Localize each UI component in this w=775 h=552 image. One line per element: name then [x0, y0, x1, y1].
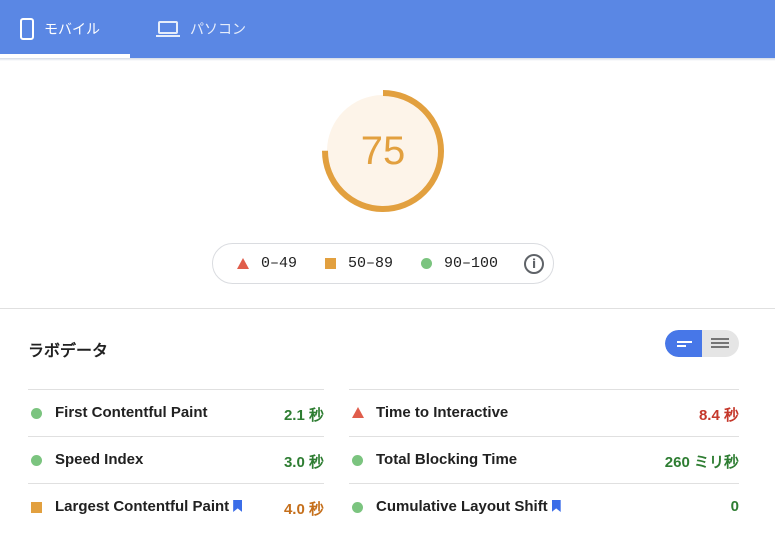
metrics-column-left: First Contentful Paint 2.1 秒 Speed Index…	[28, 389, 324, 530]
metric-name-text: Cumulative Layout Shift	[376, 498, 548, 515]
pass-circle-icon	[31, 455, 42, 466]
metric-value: 8.4 秒	[698, 407, 739, 424]
circle-icon	[421, 258, 433, 269]
tab-desktop[interactable]: パソコン	[150, 0, 280, 58]
pass-circle-icon	[352, 502, 363, 513]
summary-view-button[interactable]	[665, 330, 702, 357]
tab-desktop-label: パソコン	[190, 21, 246, 37]
laptop-icon	[156, 20, 180, 38]
metric-name: Time to Interactive	[376, 404, 509, 421]
square-icon	[325, 258, 337, 269]
metric-row: First Contentful Paint 2.1 秒	[28, 389, 324, 436]
metric-name-text: Largest Contentful Paint	[55, 498, 230, 515]
fail-triangle-icon	[352, 407, 364, 418]
lab-data-heading: ラボデータ	[28, 343, 109, 360]
legend-range: 0–49	[261, 255, 298, 272]
bookmark-icon[interactable]	[233, 500, 243, 512]
metric-name: First Contentful Paint	[55, 404, 208, 421]
metric-value: 2.1 秒	[283, 407, 324, 424]
legend-range: 50–89	[348, 255, 394, 272]
legend-range: 90–100	[444, 255, 499, 272]
score-legend: 0–49 50–89 90–100 i	[212, 243, 554, 284]
metric-name: Speed Index	[55, 451, 144, 468]
short-lines-icon	[677, 341, 692, 343]
info-icon[interactable]: i	[524, 254, 544, 274]
legend-item-pass: 90–100	[421, 255, 498, 272]
metric-value: 4.0 秒	[283, 501, 324, 518]
view-toggle[interactable]	[665, 330, 739, 357]
tab-mobile-label: モバイル	[44, 21, 100, 37]
pass-circle-icon	[31, 408, 42, 419]
section-divider	[0, 308, 775, 309]
metric-value: 0	[730, 498, 739, 515]
metric-row: Cumulative Layout Shift 0	[349, 483, 739, 530]
header-shadow	[0, 58, 775, 61]
metric-name: Cumulative Layout Shift	[376, 498, 561, 515]
phone-icon	[20, 18, 34, 40]
metric-row: Speed Index 3.0 秒	[28, 436, 324, 483]
metric-row: Largest Contentful Paint 4.0 秒	[28, 483, 324, 530]
performance-score: 75	[360, 128, 406, 173]
legend-item-fail: 0–49	[237, 255, 297, 272]
metric-value: 260 ミリ秒	[664, 454, 739, 471]
metric-row: Total Blocking Time 260 ミリ秒	[349, 436, 739, 483]
legend-item-average: 50–89	[325, 255, 393, 272]
metrics-column-right: Time to Interactive 8.4 秒 Total Blocking…	[349, 389, 739, 530]
device-tabs-bar: モバイル パソコン	[0, 0, 775, 58]
triangle-icon	[237, 258, 249, 269]
metric-row: Time to Interactive 8.4 秒	[349, 389, 739, 436]
metric-name: Largest Contentful Paint	[55, 498, 243, 515]
pass-circle-icon	[352, 455, 363, 466]
lines-icon	[711, 338, 729, 340]
metric-name: Total Blocking Time	[376, 451, 518, 468]
average-square-icon	[31, 502, 42, 513]
detail-view-button[interactable]	[702, 330, 739, 357]
bookmark-icon[interactable]	[551, 500, 561, 512]
metric-value: 3.0 秒	[283, 454, 324, 471]
tab-mobile[interactable]: モバイル	[0, 0, 130, 58]
